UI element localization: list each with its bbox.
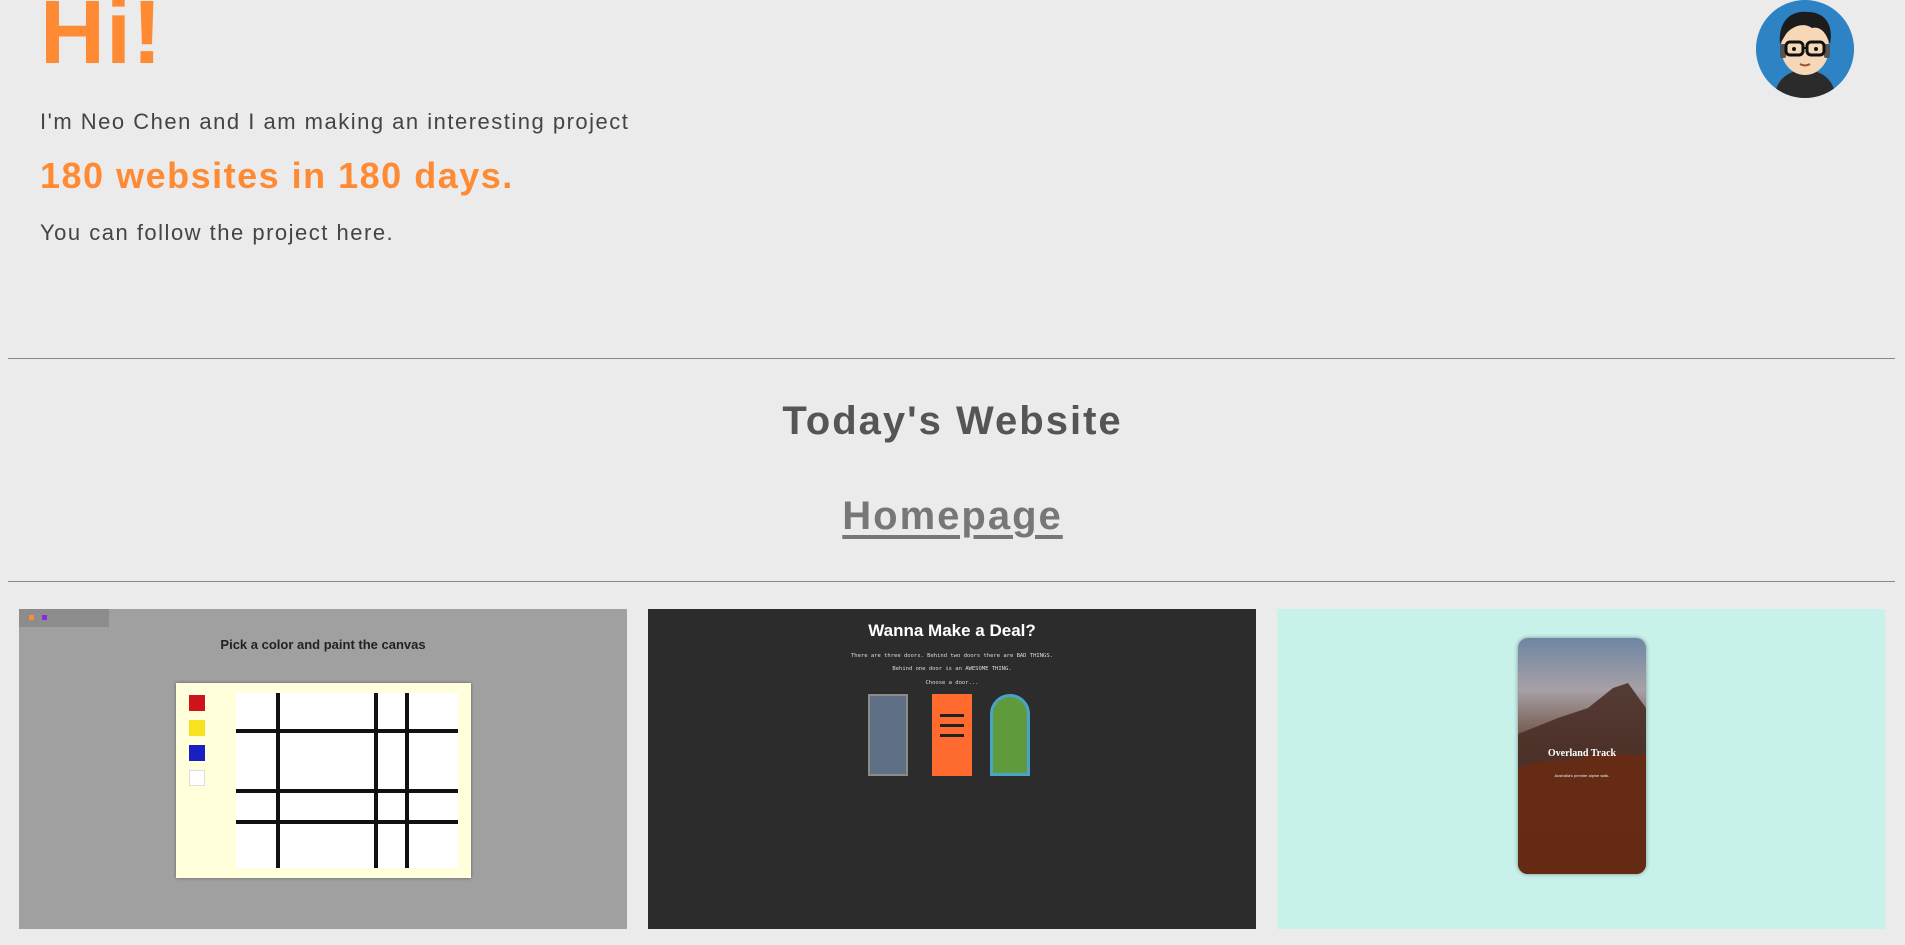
website-card-overland[interactable]: Overland Track Australia's premier alpin… [1277, 609, 1885, 929]
mini-nav [19, 609, 109, 627]
phone-mockup: Overland Track Australia's premier alpin… [1518, 638, 1646, 874]
website-card-deal[interactable]: Wanna Make a Deal? There are three doors… [648, 609, 1256, 929]
canvas-frame [176, 683, 471, 878]
deal-line: Choose a door... [925, 680, 979, 686]
divider-top [8, 358, 1895, 359]
homepage-link[interactable]: Homepage [842, 494, 1063, 538]
deal-line: Behind one door is an AWESOME THING. [892, 666, 1012, 672]
avatar[interactable] [1756, 0, 1854, 98]
swatch-red[interactable] [189, 695, 205, 711]
project-tagline: 180 websites in 180 days. [40, 155, 514, 196]
swatch-white[interactable] [189, 770, 205, 786]
door-1[interactable] [868, 694, 908, 776]
avatar-icon [1756, 0, 1854, 98]
door-3[interactable] [990, 694, 1030, 776]
door-2[interactable] [932, 694, 972, 776]
follow-text: You can follow the project here. [40, 220, 395, 245]
paint-canvas[interactable] [236, 693, 458, 868]
intro-text: I'm Neo Chen and I am making an interest… [40, 109, 630, 134]
divider-bottom [8, 581, 1895, 582]
deal-title: Wanna Make a Deal? [868, 621, 1036, 640]
swatch-yellow[interactable] [189, 720, 205, 736]
homepage-link-wrapper: Homepage [0, 494, 1905, 539]
page: Hi! I'm Neo Chen and I am making an inte… [0, 0, 1905, 945]
swatch-blue[interactable] [189, 745, 205, 761]
phone-title: Overland Track [1547, 748, 1617, 759]
deal-line: There are three doors. Behind two doors … [851, 653, 1053, 659]
paint-title: Pick a color and paint the canvas [220, 637, 426, 652]
section-title: Today's Website [782, 399, 1123, 443]
hero-title: Hi! [40, 0, 163, 83]
website-card-paint[interactable]: Pick a color and paint the canvas [19, 609, 627, 929]
phone-subtitle: Australia's premier alpine walk. [1554, 773, 1610, 778]
